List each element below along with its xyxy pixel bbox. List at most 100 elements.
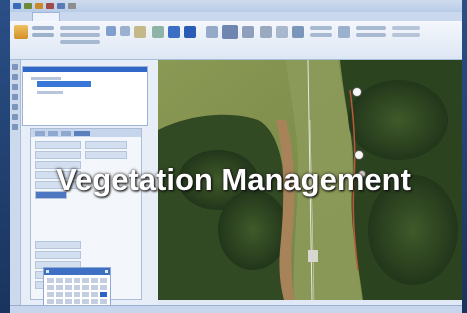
format-row-1[interactable] — [60, 26, 100, 30]
calendar-day[interactable] — [91, 292, 99, 297]
properties-panel — [30, 128, 142, 313]
calendar-day[interactable] — [73, 278, 81, 283]
calendar-day[interactable] — [47, 292, 54, 297]
tree-item-selected[interactable] — [37, 81, 91, 87]
tool-icon[interactable] — [12, 64, 18, 70]
calendar-day[interactable] — [100, 299, 107, 304]
calendar-day[interactable] — [73, 299, 81, 304]
cut-button[interactable] — [32, 26, 54, 30]
calendar-day[interactable] — [73, 285, 81, 290]
calendar-day[interactable] — [82, 285, 90, 290]
grid-icon[interactable] — [106, 26, 116, 36]
layer-icon[interactable] — [134, 26, 146, 38]
calendar-day[interactable] — [64, 299, 72, 304]
globe-icon[interactable] — [168, 26, 180, 38]
select-icon[interactable] — [242, 26, 254, 38]
properties-tabs — [31, 129, 141, 137]
edit-icon[interactable] — [292, 26, 304, 38]
calendar-day[interactable] — [91, 285, 99, 290]
tree-item[interactable] — [31, 77, 61, 80]
calendar-day[interactable] — [47, 278, 54, 283]
table-icon[interactable] — [120, 26, 130, 36]
calendar-day[interactable] — [73, 292, 81, 297]
app-menu-icon[interactable] — [13, 3, 21, 9]
calendar-day[interactable] — [47, 285, 54, 290]
tree-header — [23, 67, 147, 72]
properties-tab[interactable] — [48, 130, 58, 136]
open-icon[interactable] — [35, 3, 43, 9]
option-row-1[interactable] — [310, 26, 332, 30]
properties-tab[interactable] — [61, 130, 71, 136]
tab-file[interactable] — [10, 13, 32, 21]
format-row-2[interactable] — [60, 33, 100, 37]
tool-icon[interactable] — [12, 124, 18, 130]
sync-icon[interactable] — [184, 26, 196, 38]
option-row-2[interactable] — [310, 33, 332, 37]
chevron-right-icon[interactable] — [105, 270, 108, 273]
tool-icon[interactable] — [12, 94, 18, 100]
calendar-day[interactable] — [100, 278, 107, 283]
tab-tools[interactable] — [84, 13, 108, 21]
properties-tab-active[interactable] — [74, 130, 90, 136]
app-window — [10, 0, 462, 313]
format-row-3[interactable] — [60, 40, 100, 44]
tool-icon[interactable] — [12, 74, 18, 80]
calendar-day[interactable] — [55, 278, 63, 283]
option-row-6[interactable] — [392, 33, 420, 37]
calendar-day[interactable] — [64, 292, 72, 297]
option-row-3[interactable] — [356, 26, 386, 30]
property-field[interactable] — [85, 141, 127, 149]
tool-icon[interactable] — [12, 104, 18, 110]
circle-marker-icon[interactable] — [352, 87, 362, 97]
status-bar — [10, 305, 462, 313]
calendar-day[interactable] — [55, 292, 63, 297]
calendar-day[interactable] — [55, 299, 63, 304]
calendar-day[interactable] — [82, 278, 90, 283]
calendar-day[interactable] — [91, 278, 99, 283]
layer-tree[interactable] — [22, 66, 148, 126]
calendar-day[interactable] — [82, 299, 90, 304]
calendar-day[interactable] — [55, 285, 63, 290]
calendar-day[interactable] — [64, 278, 72, 283]
title-bar — [10, 0, 462, 12]
tree-item[interactable] — [37, 91, 63, 94]
pan-icon[interactable] — [276, 26, 288, 38]
property-field[interactable] — [35, 151, 81, 159]
property-field[interactable] — [35, 241, 81, 249]
option-row-5[interactable] — [392, 26, 420, 30]
filter-icon[interactable] — [338, 26, 350, 38]
tree-cluster — [218, 190, 288, 270]
paste-icon[interactable] — [14, 25, 28, 39]
save-icon[interactable] — [24, 3, 32, 9]
tree-cluster — [348, 80, 448, 160]
chevron-left-icon[interactable] — [46, 270, 49, 273]
tab-view[interactable] — [60, 13, 84, 21]
zoom-icon[interactable] — [260, 26, 272, 38]
measure-icon[interactable] — [222, 25, 238, 39]
print-icon[interactable] — [68, 3, 76, 9]
properties-tab[interactable] — [35, 130, 45, 136]
property-field[interactable] — [35, 251, 81, 259]
image-icon[interactable] — [152, 26, 164, 38]
calendar-header — [44, 268, 110, 275]
option-row-4[interactable] — [356, 33, 386, 37]
redo-icon[interactable] — [57, 3, 65, 9]
tool-icon[interactable] — [12, 114, 18, 120]
overlay-title: Vegetation Management — [56, 162, 411, 197]
utility-structure — [308, 250, 318, 262]
calendar-day-selected[interactable] — [100, 292, 107, 297]
calendar-day[interactable] — [47, 299, 54, 304]
circle-marker-icon[interactable] — [354, 150, 364, 160]
doc-icon[interactable] — [206, 26, 218, 38]
property-field[interactable] — [85, 151, 127, 159]
copy-button[interactable] — [32, 33, 54, 37]
calendar-day[interactable] — [100, 285, 107, 290]
property-field[interactable] — [35, 141, 81, 149]
undo-icon[interactable] — [46, 3, 54, 9]
calendar-day[interactable] — [82, 292, 90, 297]
calendar-day[interactable] — [64, 285, 72, 290]
tool-icon[interactable] — [12, 84, 18, 90]
ribbon-tabs — [10, 12, 462, 21]
calendar-day[interactable] — [91, 299, 99, 304]
tab-home[interactable] — [32, 12, 60, 21]
